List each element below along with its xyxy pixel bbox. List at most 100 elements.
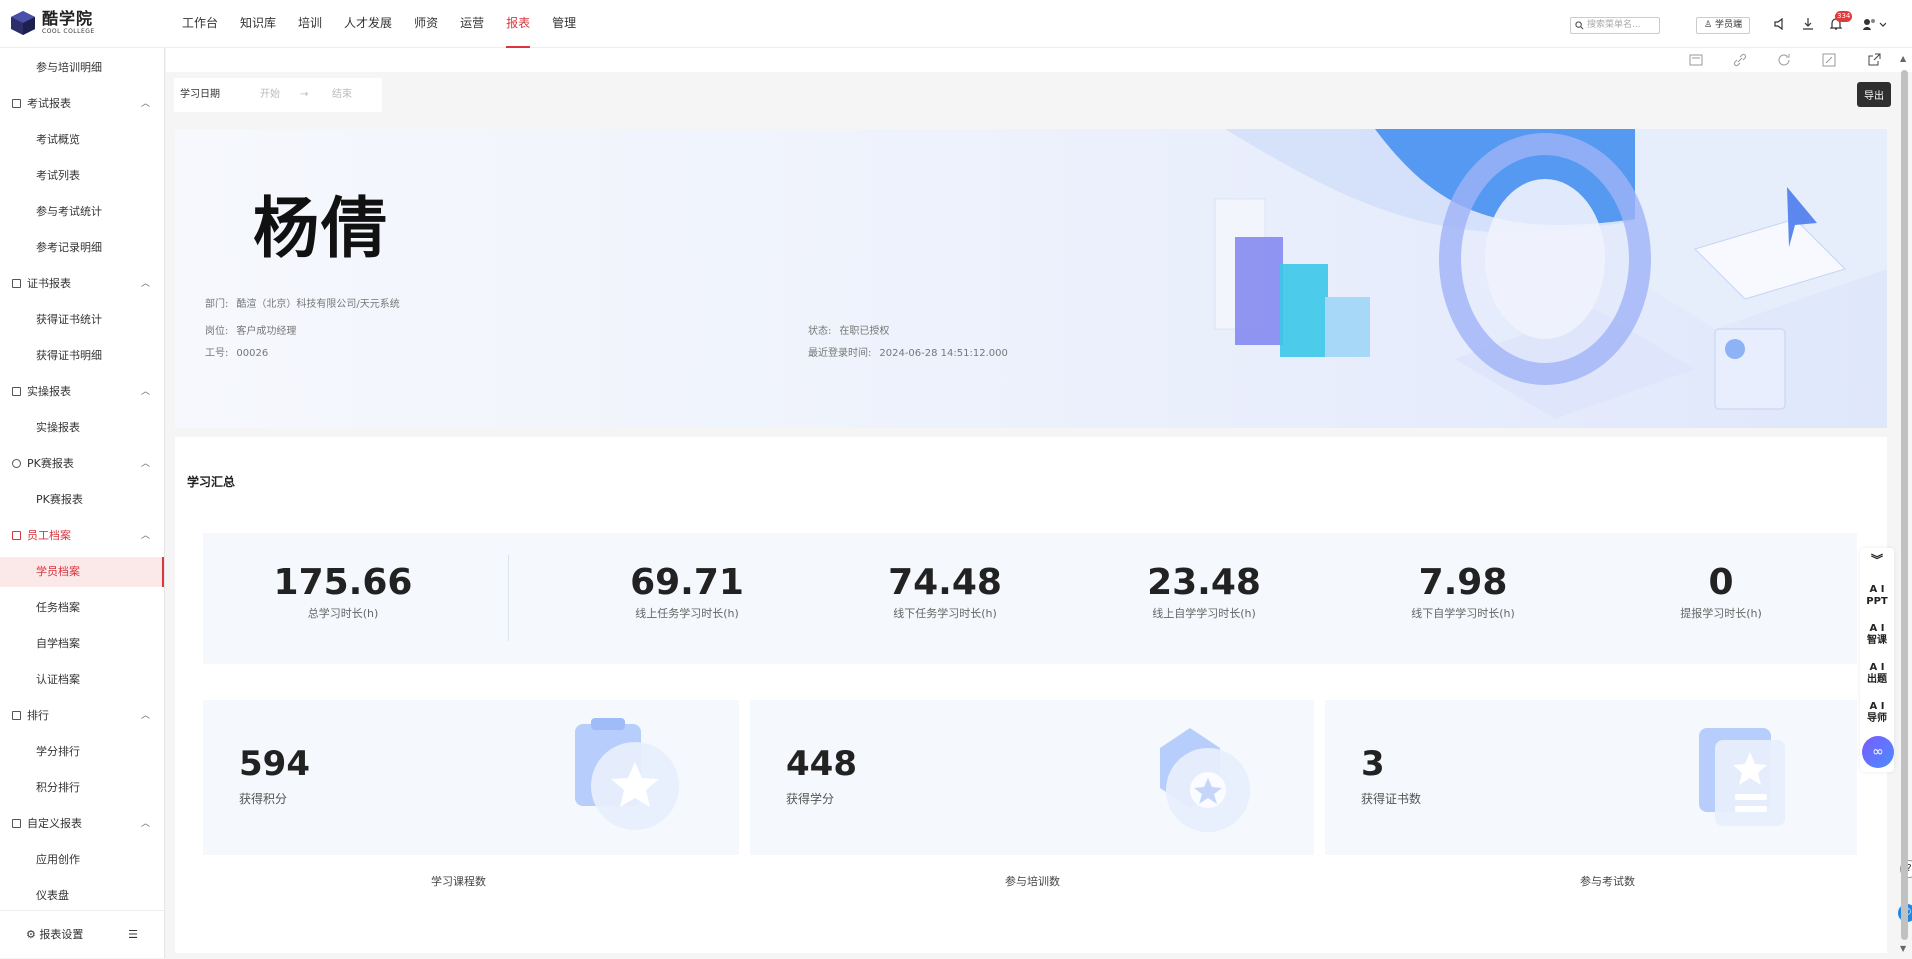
stat-online-task-hours: 69.71 线上任务学习时长(h) [587, 563, 787, 621]
nav-workbench[interactable]: 工作台 [182, 0, 218, 48]
sidebar-group-label: 证书报表 [27, 277, 71, 290]
exams-count-label: 参与考试数 [1580, 875, 1635, 888]
filter-list-icon[interactable] [1688, 52, 1704, 68]
ai-label: PPT [1866, 596, 1888, 607]
logo-subtitle: COOL COLLEGE [42, 28, 95, 35]
study-date-label: 学习日期 [180, 89, 220, 100]
sidebar-group-certificate-reports[interactable]: 证书报表 ︿ [0, 269, 164, 299]
collapse-menu-icon[interactable]: ☰ [128, 911, 138, 959]
sidebar-item-label: 任务档案 [36, 601, 80, 614]
sidebar-item-practice-report[interactable]: 实操报表 [0, 413, 164, 443]
sidebar-item-exam-records[interactable]: 参考记录明细 [0, 233, 164, 263]
sidebar-item-task-file[interactable]: 任务档案 [0, 593, 164, 623]
stat-divider [508, 555, 509, 641]
settings-icon: ⚙ [26, 928, 36, 941]
trainings-count-label: 参与培训数 [1005, 875, 1060, 888]
nav-admin[interactable]: 管理 [552, 0, 576, 48]
ai-tutor-button[interactable]: A I 导师 [1860, 701, 1894, 725]
points-card: 594 获得积分 [203, 700, 739, 855]
end-date-input[interactable]: 结束 [332, 78, 352, 112]
sidebar-item-pk-report[interactable]: PK赛报表 [0, 485, 164, 515]
sidebar-item-label: 认证档案 [36, 673, 80, 686]
nav-teachers[interactable]: 师资 [414, 0, 438, 48]
sidebar-item-app-creation[interactable]: 应用创作 [0, 845, 164, 875]
sidebar-group-pk-reports[interactable]: PK赛报表 ︿ [0, 449, 164, 479]
ai-quiz-button[interactable]: A I 出题 [1860, 662, 1894, 686]
banner-illustration [1214, 129, 1887, 419]
employee-id-info: 工号: 00026 [205, 344, 268, 359]
sidebar-group-practice-reports[interactable]: 实操报表 ︿ [0, 377, 164, 407]
chevron-up-icon: ︿ [140, 819, 150, 829]
sidebar-item-exam-overview[interactable]: 考试概览 [0, 125, 164, 155]
clock-icon [12, 459, 21, 468]
courses-count-label: 学习课程数 [431, 875, 486, 888]
user-icon: ♙ [1704, 20, 1713, 30]
certificates-label: 获得证书数 [1361, 792, 1422, 806]
sidebar-item-label: 考试列表 [36, 169, 80, 182]
page-scrollbar[interactable]: ▲ ▼ [1897, 52, 1912, 958]
sidebar-group-ranking[interactable]: 排行 ︿ [0, 701, 164, 731]
ai-course-button[interactable]: A I 智课 [1860, 623, 1894, 647]
stat-label: 线下任务学习时长(h) [893, 607, 997, 620]
bar-chart-icon [12, 711, 21, 720]
sidebar-item-label: PK赛报表 [36, 493, 83, 506]
ai-label: 出题 [1867, 674, 1887, 685]
sidebar-item-exam-stats[interactable]: 参与考试统计 [0, 197, 164, 227]
stat-offline-selfstudy-hours: 7.98 线下自学学习时长(h) [1363, 563, 1563, 621]
certificates-value: 3 [1361, 744, 1385, 784]
sidebar-item-selfstudy-file[interactable]: 自学档案 [0, 629, 164, 659]
sidebar-item-exam-list[interactable]: 考试列表 [0, 161, 164, 191]
employee-profile-banner: 杨倩 部门: 酷渲（北京）科技有限公司/天元系统 岗位: 客户成功经理 工号: 000… [175, 129, 1887, 428]
student-portal-button[interactable]: ♙ 学员端 [1696, 17, 1750, 34]
avatar-icon[interactable] [1860, 16, 1886, 32]
scroll-down-arrow-icon[interactable]: ▼ [1900, 944, 1906, 953]
sidebar-item-cert-detail[interactable]: 获得证书明细 [0, 341, 164, 371]
study-date-filter[interactable]: 学习日期 开始 → 结束 [174, 78, 382, 112]
sidebar-item-label: 参与培训明细 [36, 61, 102, 74]
ai-infinity-icon[interactable]: ∞ [1862, 736, 1894, 768]
scroll-up-arrow-icon[interactable]: ▲ [1900, 54, 1906, 63]
sidebar-group-custom-reports[interactable]: 自定义报表 ︿ [0, 809, 164, 839]
ai-ppt-button[interactable]: A I PPT [1860, 584, 1894, 608]
main-nav: 工作台 知识库 培训 人才发展 师资 运营 报表 管理 [182, 0, 598, 48]
sidebar-item-label: 参考记录明细 [36, 241, 102, 254]
export-tooltip: 导出 [1857, 82, 1891, 107]
start-date-input[interactable]: 开始 [260, 78, 280, 112]
refresh-icon[interactable] [1776, 52, 1792, 68]
report-settings-button[interactable]: ⚙ 报表设置 ☰ [0, 910, 164, 958]
nav-knowledge[interactable]: 知识库 [240, 0, 276, 48]
sidebar-item-student-file[interactable]: 学员档案 [0, 557, 164, 587]
stat-value: 74.48 [888, 562, 1002, 603]
stat-online-selfstudy-hours: 23.48 线上自学学习时长(h) [1104, 563, 1304, 621]
nav-training[interactable]: 培训 [298, 0, 322, 48]
sidebar-item-training-detail[interactable]: 参与培训明细 [0, 53, 164, 83]
ai-label: A I [1869, 584, 1885, 595]
sidebar-item-cert-stats[interactable]: 获得证书统计 [0, 305, 164, 335]
sidebar-group-label: 自定义报表 [27, 817, 82, 830]
exam-report-icon [12, 99, 21, 108]
nav-talent[interactable]: 人才发展 [344, 0, 392, 48]
sidebar-item-cert-file[interactable]: 认证档案 [0, 665, 164, 695]
speaker-icon[interactable] [1772, 16, 1788, 32]
nav-operations[interactable]: 运营 [460, 0, 484, 48]
sidebar-group-employee-files[interactable]: 员工档案 ︿ [0, 521, 164, 551]
ai-label: A I [1869, 701, 1885, 712]
sidebar-group-exam-reports[interactable]: 考试报表 ︿ [0, 89, 164, 119]
department-value: 酷渲（北京）科技有限公司/天元系统 [236, 299, 400, 310]
logo[interactable]: 酷学院 COOL COLLEGE [10, 10, 95, 36]
export-icon[interactable] [1866, 52, 1882, 68]
menu-search-input[interactable]: 搜索菜单名... [1570, 17, 1660, 34]
nav-reports[interactable]: 报表 [506, 0, 531, 48]
collapse-chevron-icon[interactable]: ︾ [1860, 554, 1894, 566]
sidebar-item-label: 仪表盘 [36, 889, 69, 902]
sidebar-item-dashboard[interactable]: 仪表盘 [0, 881, 164, 909]
top-navigation-bar: 酷学院 COOL COLLEGE 工作台 知识库 培训 人才发展 师资 运营 报… [0, 0, 1912, 48]
scrollbar-thumb[interactable] [1901, 70, 1908, 940]
download-icon[interactable] [1800, 16, 1816, 32]
chevron-up-icon: ︿ [140, 279, 150, 289]
stat-label: 线上自学学习时长(h) [1152, 607, 1256, 620]
sidebar-item-points-ranking[interactable]: 积分排行 [0, 773, 164, 803]
sidebar-item-credit-ranking[interactable]: 学分排行 [0, 737, 164, 767]
fullscreen-icon[interactable] [1821, 52, 1837, 68]
link-icon[interactable] [1732, 52, 1748, 68]
